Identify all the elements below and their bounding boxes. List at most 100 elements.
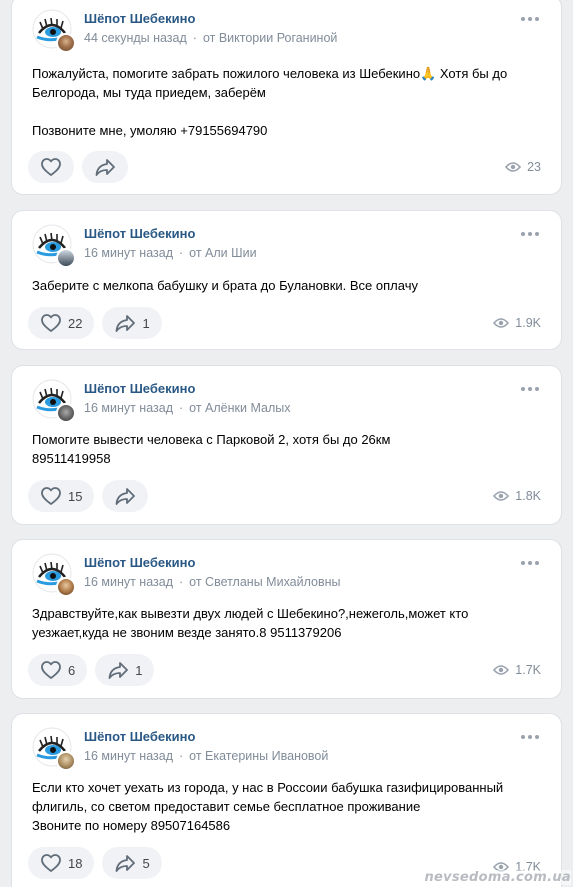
post-text-line [32,102,541,121]
post-author: от Виктории Роганиной [202,31,338,45]
like-count: 18 [68,855,83,871]
views-count: 1.9K [515,316,541,330]
share-button[interactable] [102,480,149,512]
separator-dot: · [179,246,184,260]
post-text: Если кто хочет уехать из города, у нас в… [32,778,541,835]
post-author: от Светланы Михайловны [189,575,341,589]
eye-icon [493,491,510,501]
like-button[interactable]: 18 [28,847,95,879]
like-button[interactable]: 6 [28,654,88,686]
group-avatar[interactable] [32,553,76,597]
post-author: от Екатерины Ивановой [189,749,329,763]
share-count: 1 [135,662,143,678]
post-meta: 16 минут назад · от Екатерины Ивановой [84,749,328,763]
share-arrow-icon [95,159,115,176]
like-button[interactable] [28,151,74,183]
post-card: Шёпот Шебекино 44 секунды назад · от Викто… [11,0,562,195]
group-name-link[interactable]: Шёпот Шебекино [84,729,195,744]
post-text-line: уезжает,куда не звоним везде занято.8 95… [32,625,342,640]
group-avatar[interactable] [32,379,76,423]
separator-dot: · [192,31,197,45]
post-text-line: Пожалуйста, помогите забрать пожилого че… [32,66,508,81]
post-time[interactable]: 44 секунды назад [84,31,187,45]
post-meta: 16 минут назад · от Али Шии [84,246,257,260]
like-button[interactable]: 22 [28,307,95,339]
separator-dot: · [179,575,184,589]
post-text-line: Позвоните мне, умоляю +79155694790 [32,123,268,138]
heart-icon [41,158,61,176]
post-time[interactable]: 16 минут назад [84,575,173,589]
author-avatar [56,577,76,597]
post-text: Заберите с мелкопа бабушку и брата до Бу… [32,276,541,295]
views-counter: 1.9K [493,307,541,339]
post-meta: 16 минут назад · от Алёнки Малых [84,401,291,415]
heart-icon [41,854,61,872]
group-avatar[interactable] [32,727,76,771]
post-time[interactable]: 16 минут назад [84,246,173,260]
post-actions: 18 5 [28,847,162,879]
post-card: Шёпот Шебекино 16 минут назад · от Екатери… [11,713,562,887]
share-arrow-icon [116,855,136,872]
share-arrow-icon [116,488,136,505]
share-count: 5 [142,855,150,871]
share-arrow-icon [116,315,136,332]
separator-dot: · [179,749,184,763]
eye-icon [493,318,510,328]
views-counter: 1.8K [493,480,541,512]
post-text-line: Если кто хочет уехать из города, у нас в… [32,780,504,795]
share-button[interactable] [82,151,128,183]
post-author: от Али Шии [189,246,257,260]
like-button[interactable]: 15 [28,480,95,512]
post-author: от Алёнки Малых [189,401,291,415]
post-meta: 16 минут назад · от Светланы Михайловны [84,575,341,589]
group-name-link[interactable]: Шёпот Шебекино [84,555,195,570]
post-time[interactable]: 16 минут назад [84,401,173,415]
group-avatar[interactable] [32,9,76,53]
post-actions: 22 1 [28,307,162,339]
views-counter: 23 [505,151,541,183]
like-count: 6 [68,662,76,678]
post-time[interactable]: 16 минут назад [84,749,173,763]
views-count: 1.7K [515,663,541,677]
author-avatar [56,751,76,771]
eye-icon [505,162,522,172]
author-avatar [56,248,76,268]
views-count: 1.8K [515,489,541,503]
post-actions: 15 [28,480,149,512]
post-meta: 44 секунды назад · от Виктории Роганиной [84,31,337,45]
more-options-button[interactable] [521,386,539,392]
site-watermark: nevsedoma.com.ua [424,870,571,885]
more-options-button[interactable] [521,16,539,22]
heart-icon [41,661,61,679]
post-text-line: Заберите с мелкопа бабушку и брата до Бу… [32,278,418,293]
author-avatar [56,33,76,53]
group-name-link[interactable]: Шёпот Шебекино [84,226,195,241]
group-avatar[interactable] [32,224,76,268]
share-button[interactable]: 1 [95,654,155,686]
post-card: Шёпот Шебекино 16 минут назад · от Али Шии… [11,210,562,350]
share-button[interactable]: 1 [102,307,162,339]
more-options-button[interactable] [521,734,539,740]
post-actions [28,151,128,183]
group-name-link[interactable]: Шёпот Шебекино [84,381,195,396]
group-name-link[interactable]: Шёпот Шебекино [84,11,195,26]
heart-icon [41,314,61,332]
like-count: 15 [68,488,83,504]
post-text: Помогите вывести человека с Парковой 2, … [32,430,541,468]
heart-icon [41,487,61,505]
like-count: 22 [68,315,83,331]
share-count: 1 [142,315,150,331]
more-options-button[interactable] [521,560,539,566]
eye-icon [493,665,510,675]
views-count: 23 [527,160,541,174]
post-text: Здравствуйте,как вывезти двух людей с Ше… [32,604,541,642]
share-arrow-icon [108,662,129,679]
author-avatar [56,403,76,423]
share-button[interactable]: 5 [102,847,162,879]
more-options-button[interactable] [521,231,539,237]
post-actions: 6 1 [28,654,155,686]
post-text-line: флигиль, со светом предоставит семье бес… [32,799,421,814]
post-text-line: Белгорода, мы туда приедем, заберём [32,85,266,100]
post-text-line: 89511419958 [32,451,111,466]
post-card: Шёпот Шебекино 16 минут назад · от Алёнки … [11,365,562,525]
